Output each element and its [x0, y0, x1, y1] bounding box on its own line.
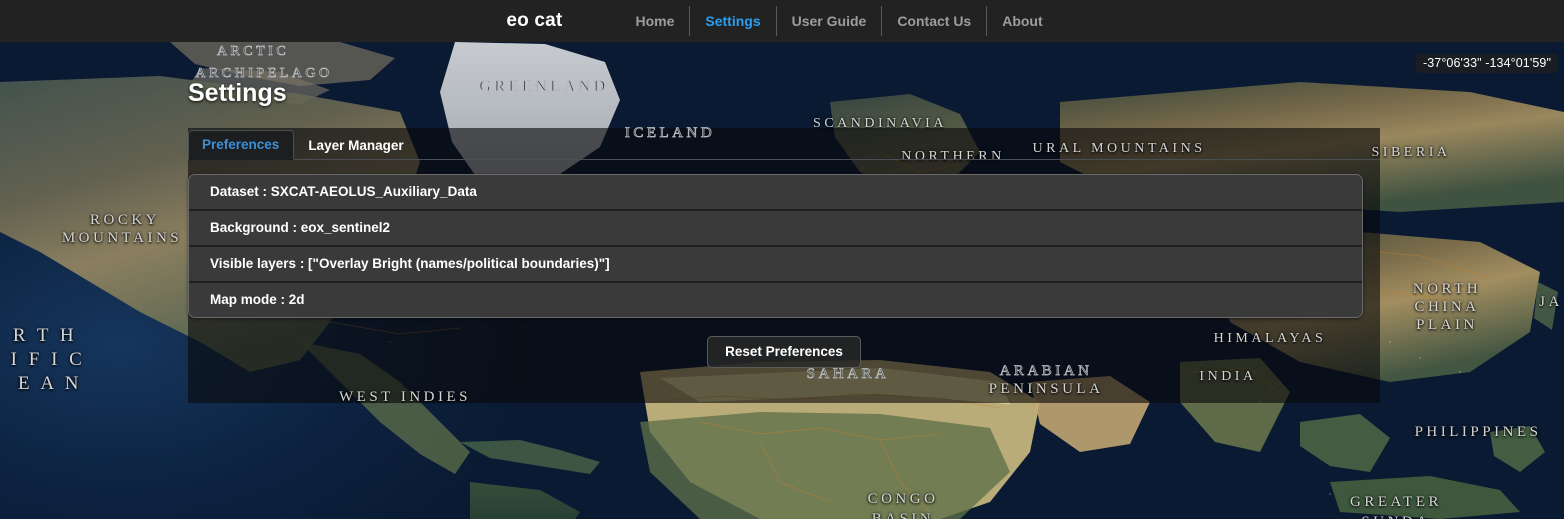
- top-navigation-bar: eo cat Home Settings User Guide Contact Us A…: [0, 0, 1564, 42]
- page-title: Settings: [188, 79, 287, 107]
- preference-row: Dataset : SXCAT-AEOLUS_Auxiliary_Data: [189, 174, 1362, 211]
- nav-inner: eo cat Home Settings User Guide Contact Us A…: [506, 0, 1057, 42]
- preferences-list: Dataset : SXCAT-AEOLUS_Auxiliary_Data Bac…: [188, 173, 1363, 318]
- preference-row: Background : eox_sentinel2: [189, 210, 1362, 247]
- application-root: ARCTIC ARCHIPELAGO GREENLAND ICELAND SCANDIN…: [0, 0, 1564, 519]
- nav-link-user-guide[interactable]: User Guide: [777, 0, 882, 42]
- nav-link-settings[interactable]: Settings: [690, 0, 775, 42]
- nav-link-home[interactable]: Home: [620, 0, 689, 42]
- reset-preferences-button[interactable]: Reset Preferences: [707, 335, 861, 368]
- preference-row: Map mode : 2d: [189, 282, 1362, 317]
- settings-panel: Settings Preferences Layer Manager Datase…: [188, 72, 1380, 368]
- coordinate-readout: -37°06'33" -134°01'59": [1415, 54, 1558, 73]
- tab-layer-manager[interactable]: Layer Manager: [294, 131, 418, 160]
- nav-link-about[interactable]: About: [987, 0, 1057, 42]
- nav-link-contact-us[interactable]: Contact Us: [882, 0, 986, 42]
- settings-tab-bar: Preferences Layer Manager: [188, 129, 1380, 160]
- tab-preferences[interactable]: Preferences: [188, 129, 295, 160]
- button-row: Reset Preferences: [188, 335, 1380, 368]
- nav-link-list: Home Settings User Guide Contact Us About: [620, 0, 1057, 42]
- preference-row: Visible layers : ["Overlay Bright (names…: [189, 246, 1362, 283]
- brand-logo[interactable]: eo cat: [506, 10, 562, 32]
